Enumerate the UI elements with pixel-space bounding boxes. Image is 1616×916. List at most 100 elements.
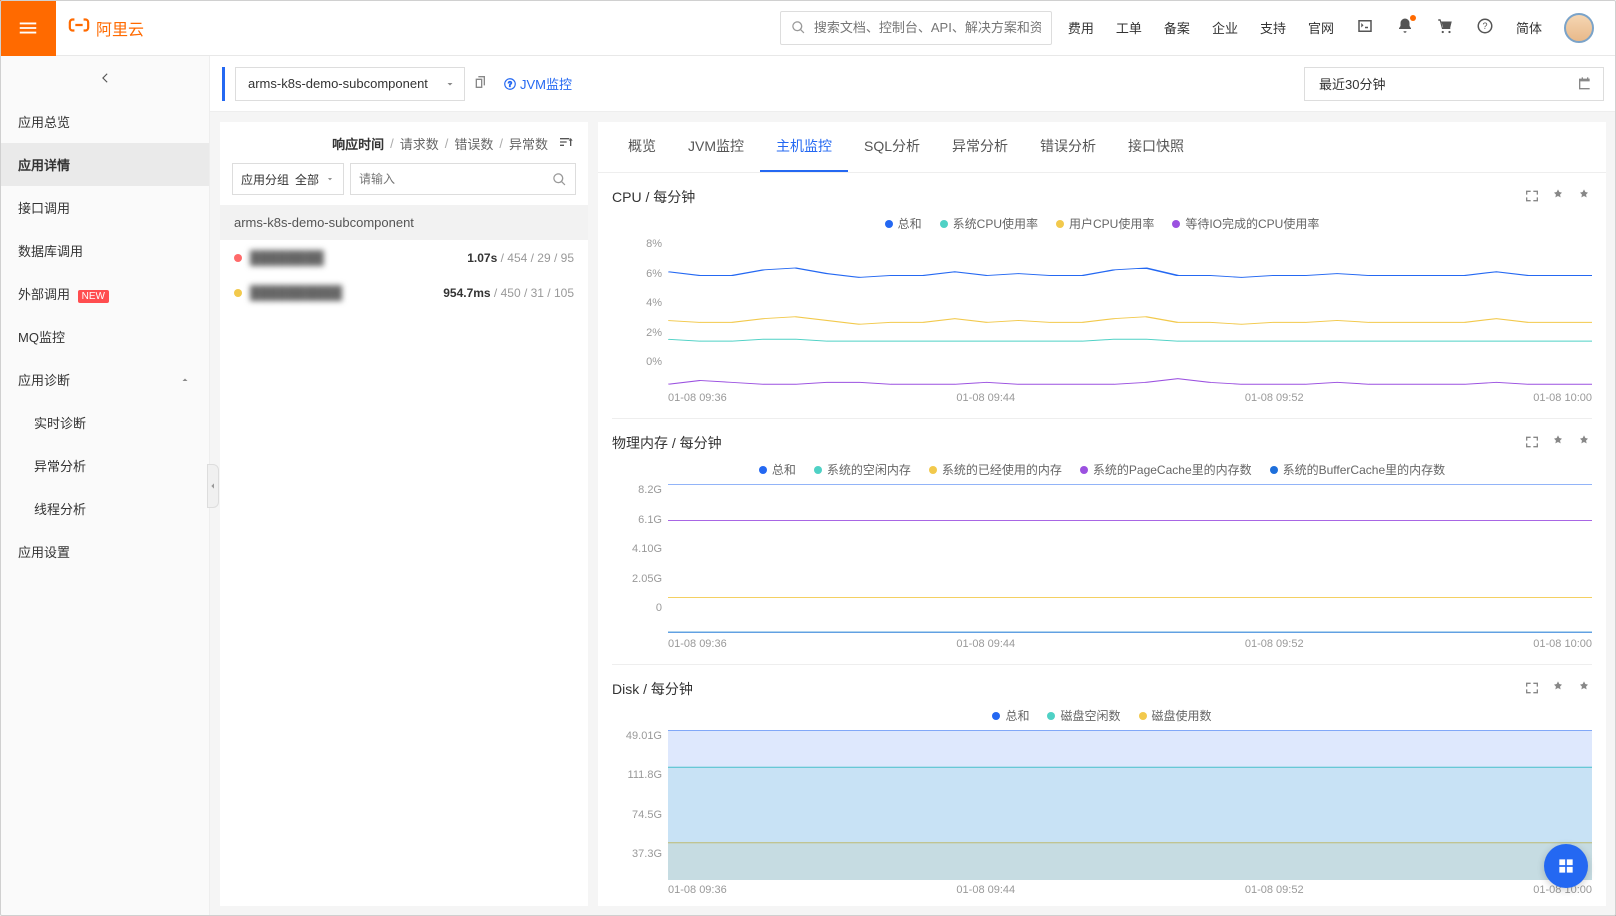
legend-item[interactable]: 总和 (759, 461, 796, 478)
tab-overview[interactable]: 概览 (612, 122, 672, 172)
legend-item[interactable]: 系统的PageCache里的内存数 (1080, 461, 1252, 478)
nav-beian[interactable]: 备案 (1164, 18, 1190, 37)
terminal-icon[interactable] (1356, 17, 1374, 38)
nav-api[interactable]: 接口调用 (0, 186, 209, 229)
instance-search[interactable] (350, 163, 576, 195)
fab-apps-button[interactable] (1544, 844, 1588, 888)
brand-icon (68, 14, 90, 41)
chart-plot (668, 484, 1592, 634)
nav-db[interactable]: 数据库调用 (0, 229, 209, 272)
metrics: 954.7ms / 450 / 31 / 105 (443, 286, 574, 300)
time-range-select[interactable]: 最近30分钟 (1304, 67, 1604, 101)
alert-icon[interactable] (1550, 188, 1566, 207)
status-dot (234, 289, 242, 297)
alert-icon[interactable] (1576, 434, 1592, 453)
alert-icon[interactable] (1576, 680, 1592, 699)
instance-search-input[interactable] (359, 172, 552, 186)
y-axis: 8%6%4%2%0% (612, 238, 668, 388)
search-icon (791, 20, 806, 35)
menu-button[interactable] (0, 0, 56, 56)
nav-thread[interactable]: 线程分析 (0, 487, 209, 530)
tab-error-count[interactable]: 错误数 (454, 134, 493, 153)
app-select[interactable]: arms-k8s-demo-subcomponent (235, 67, 465, 101)
tab-exception[interactable]: 异常分析 (936, 122, 1024, 172)
copy-icon[interactable] (473, 74, 489, 93)
chart-plot (668, 730, 1592, 880)
nav-lang[interactable]: 简体 (1516, 18, 1542, 37)
nav-overview[interactable]: 应用总览 (0, 100, 209, 143)
legend-item[interactable]: 总和 (992, 707, 1029, 724)
global-search[interactable] (780, 11, 1052, 45)
nav-fee[interactable]: 费用 (1068, 18, 1094, 37)
tab-sql[interactable]: SQL分析 (848, 122, 936, 172)
chevron-down-icon (444, 78, 456, 90)
chart-legend: 总和 系统的空闲内存 系统的已经使用的内存 系统的PageCache里的内存数 系统的B… (612, 461, 1592, 478)
nav-support[interactable]: 支持 (1260, 18, 1286, 37)
nav-realtime[interactable]: 实时诊断 (0, 401, 209, 444)
legend-item[interactable]: 总和 (885, 215, 922, 232)
nav-site[interactable]: 官网 (1308, 18, 1334, 37)
legend-item[interactable]: 用户CPU使用率 (1056, 215, 1154, 232)
topbar: 阿里云 费用 工单 备案 企业 支持 官网 ? 简体 (0, 0, 1616, 56)
chevron-up-icon (179, 374, 191, 386)
nav-ticket[interactable]: 工单 (1116, 18, 1142, 37)
global-search-input[interactable] (814, 20, 1041, 35)
nav-diagnose[interactable]: 应用诊断 (0, 358, 209, 401)
cart-icon[interactable] (1436, 17, 1454, 38)
legend-item[interactable]: 系统的已经使用的内存 (929, 461, 1062, 478)
group-filter[interactable]: 应用分组 全部 (232, 163, 344, 195)
expand-icon[interactable] (1524, 434, 1540, 453)
nav-enterprise[interactable]: 企业 (1212, 18, 1238, 37)
legend-item[interactable]: 系统CPU使用率 (940, 215, 1038, 232)
help-icon[interactable]: ? (1476, 17, 1494, 38)
list-item[interactable]: ████████ 1.07s / 454 / 29 / 95 (220, 240, 588, 275)
sidebar-back-button[interactable] (0, 56, 209, 100)
tab-host[interactable]: 主机监控 (760, 122, 848, 172)
tab-snapshot[interactable]: 接口快照 (1112, 122, 1200, 172)
nav-settings[interactable]: 应用设置 (0, 530, 209, 573)
tab-error[interactable]: 错误分析 (1024, 122, 1112, 172)
expand-icon[interactable] (1524, 188, 1540, 207)
instance-list: arms-k8s-demo-subcomponent ████████ 1.07… (220, 205, 588, 310)
nav-mq[interactable]: MQ监控 (0, 315, 209, 358)
bell-icon[interactable] (1396, 17, 1414, 38)
alert-icon[interactable] (1550, 680, 1566, 699)
chart-card: Disk / 每分钟 总和磁盘空闲数磁盘使用数 49.01G111.8G74.5… (612, 665, 1592, 906)
top-nav: 费用 工单 备案 企业 支持 官网 ? 简体 (1068, 13, 1616, 43)
search-icon (552, 172, 567, 187)
tab-exception-count[interactable]: 异常数 (509, 134, 548, 153)
legend-item[interactable]: 等待IO完成的CPU使用率 (1172, 215, 1319, 232)
sidebar: 应用总览 应用详情 接口调用 数据库调用 外部调用 NEW MQ监控 应用诊断 … (0, 56, 210, 916)
brand-logo[interactable]: 阿里云 (68, 14, 144, 41)
chart-title: Disk / 每分钟 (612, 679, 693, 699)
avatar[interactable] (1564, 13, 1594, 43)
legend-item[interactable]: 系统的空闲内存 (814, 461, 911, 478)
sort-icon[interactable] (558, 134, 574, 153)
nav-detail[interactable]: 应用详情 (0, 143, 209, 186)
legend-item[interactable]: 系统的BufferCache里的内存数 (1270, 461, 1446, 478)
status-dot (234, 254, 242, 262)
help-circle-icon: ? (503, 77, 517, 91)
brand-text: 阿里云 (96, 16, 144, 40)
alert-icon[interactable] (1576, 188, 1592, 207)
tab-jvm[interactable]: JVM监控 (672, 122, 760, 172)
chart-legend: 总和 系统CPU使用率 用户CPU使用率 等待IO完成的CPU使用率 (612, 215, 1592, 232)
x-axis: 01-08 09:3601-08 09:4401-08 09:5201-08 1… (612, 634, 1592, 650)
alert-icon[interactable] (1550, 434, 1566, 453)
jvm-link[interactable]: ? JVM监控 (503, 74, 572, 93)
chart-actions (1524, 680, 1592, 699)
tab-request-count[interactable]: 请求数 (400, 134, 439, 153)
nav-external[interactable]: 外部调用 NEW (0, 272, 209, 315)
chart-legend: 总和 磁盘空闲数 磁盘使用数 (612, 707, 1592, 724)
nav-exception[interactable]: 异常分析 (0, 444, 209, 487)
list-item[interactable]: arms-k8s-demo-subcomponent (220, 205, 588, 240)
detail-tabs: 概览 JVM监控 主机监控 SQL分析 异常分析 错误分析 接口快照 (598, 122, 1606, 173)
sidebar-collapse[interactable] (207, 464, 219, 508)
list-item[interactable]: ██████████ 954.7ms / 450 / 31 / 105 (220, 275, 588, 310)
legend-item[interactable]: 磁盘空闲数 (1047, 707, 1120, 724)
legend-item[interactable]: 磁盘使用数 (1139, 707, 1212, 724)
expand-icon[interactable] (1524, 680, 1540, 699)
instance-panel: 响应时间 / 请求数 / 错误数 / 异常数 应用分组 全部 (220, 122, 588, 906)
tab-response-time[interactable]: 响应时间 (332, 134, 384, 153)
chart-plot (668, 238, 1592, 388)
